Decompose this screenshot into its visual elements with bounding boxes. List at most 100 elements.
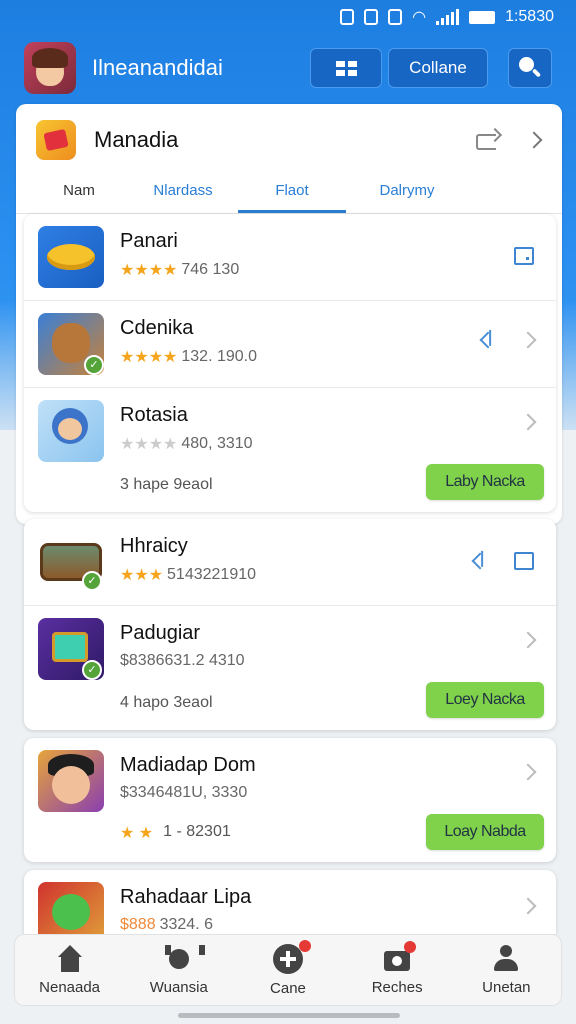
- nav-add[interactable]: Cane: [238, 939, 338, 997]
- play-button[interactable]: Laby Nacka: [426, 464, 544, 500]
- nav-camera[interactable]: Reches: [347, 940, 447, 996]
- game-footer: ★ ★ 1 - 82301: [120, 823, 231, 843]
- game-name: Rahadaar Lipa: [120, 886, 252, 908]
- chevron-right-icon[interactable]: [519, 763, 537, 781]
- game-list-card: ✓ Hhraicy ★★★ 5143221910 ✓ Padugiar $838…: [24, 519, 556, 730]
- add-icon: [272, 939, 311, 974]
- game-name: Padugiar: [120, 622, 201, 644]
- chevron-right-icon[interactable]: [519, 331, 537, 349]
- nav-profile[interactable]: Unetan: [456, 944, 556, 996]
- share-icon[interactable]: [476, 130, 500, 150]
- game-meta: $8386631.2 4310: [120, 652, 245, 670]
- game-stats: 746 130: [181, 261, 240, 278]
- game-meta: ★★★★ 746 130: [120, 260, 239, 280]
- chevron-right-icon[interactable]: [519, 413, 537, 431]
- tab-nam[interactable]: Nam: [30, 176, 128, 213]
- search-button[interactable]: [508, 48, 552, 88]
- creature-icon: [164, 944, 205, 973]
- game-thumbnail: ✓: [38, 618, 104, 680]
- grid-icon: [335, 60, 357, 76]
- game-thumbnail: [38, 400, 104, 462]
- list-item[interactable]: ✓ Hhraicy ★★★ 5143221910: [24, 519, 556, 606]
- nav-home[interactable]: Nenaada: [20, 944, 120, 996]
- creature-art: [52, 323, 90, 363]
- status-time: 1:5830: [505, 8, 554, 25]
- list-item[interactable]: Rotasia ★★★★ 480, 3310 3 hape 9eaol Laby…: [24, 388, 556, 512]
- gold-coin-icon: [47, 244, 95, 270]
- game-footer: 4 hapo 3eaol: [120, 694, 213, 711]
- expand-icon[interactable]: [514, 552, 534, 570]
- camera-icon: [382, 940, 417, 973]
- game-name: Panari: [120, 230, 178, 252]
- list-item[interactable]: ✓ Cdenika ★★★★ 132. 190.0: [24, 301, 556, 388]
- game-footer-text: 1 - 82301: [163, 823, 231, 840]
- game-thumbnail: ✓: [38, 313, 104, 375]
- row-controls: [519, 413, 537, 431]
- rating-stars: ★ ★: [120, 825, 154, 842]
- game-thumbnail: [38, 750, 104, 812]
- row-controls: [519, 763, 537, 781]
- game-name: Rotasia: [120, 404, 188, 426]
- wifi-icon: ◠: [412, 9, 427, 26]
- rating-stars: ★★★★: [120, 349, 178, 366]
- expand-icon[interactable]: [514, 247, 534, 265]
- grid-view-button[interactable]: [310, 48, 382, 88]
- play-button[interactable]: Loey Nacka: [426, 682, 544, 718]
- face-art: [52, 766, 90, 804]
- panel-header: Manadia: [16, 104, 562, 176]
- bottom-navigation: Nenaada Wuansia Cane Reches Unetan: [14, 934, 562, 1006]
- play-button[interactable]: Loay Nabda: [426, 814, 544, 850]
- list-item[interactable]: Rahadaar Lipa $888 3324. 6: [24, 870, 556, 934]
- row-controls: [514, 247, 534, 265]
- check-badge-icon: ✓: [84, 355, 104, 375]
- nav-label: Wuansia: [149, 978, 208, 996]
- home-icon: [55, 944, 85, 973]
- home-indicator[interactable]: [178, 1013, 400, 1018]
- game-thumbnail: ✓: [38, 531, 104, 593]
- game-footer: 3 hape 9eaol: [120, 476, 213, 493]
- person-icon: [491, 944, 521, 973]
- signal-icon: [436, 9, 460, 25]
- game-meta: $888 3324. 6: [120, 916, 213, 934]
- tab-bar: Nam Nlardass Flaot Dalrymy: [16, 176, 562, 214]
- game-stats: 3324. 6: [159, 916, 213, 933]
- game-name: Cdenika: [120, 317, 194, 339]
- row-controls: [519, 897, 537, 915]
- share-arrow-icon[interactable]: [479, 331, 497, 349]
- nav-creatures[interactable]: Wuansia: [129, 944, 229, 996]
- rating-stars: ★★★★: [120, 262, 178, 279]
- game-meta: $3346481U, 3330: [120, 784, 247, 802]
- check-badge-icon: ✓: [82, 571, 102, 591]
- game-name: Hhraicy: [120, 535, 188, 557]
- share-arrow-icon[interactable]: [471, 552, 489, 570]
- game-thumbnail: [38, 226, 104, 288]
- chevron-right-icon[interactable]: [519, 897, 537, 915]
- panel-title: Manadia: [94, 127, 179, 152]
- game-list-card: Rahadaar Lipa $888 3324. 6: [24, 870, 556, 934]
- game-stats: $3346481U, 3330: [120, 784, 248, 801]
- game-stats: 5143221910: [167, 566, 257, 583]
- vibrate-icon: [364, 9, 379, 25]
- check-badge-icon: ✓: [82, 660, 102, 680]
- tab-nlardass[interactable]: Nlardass: [128, 176, 238, 213]
- tab-flaot[interactable]: Flaot: [238, 176, 346, 213]
- tab-dalrymy[interactable]: Dalrymy: [346, 176, 468, 213]
- list-item[interactable]: Panari ★★★★ 746 130: [24, 214, 556, 301]
- game-stats: 480, 3310: [181, 435, 253, 452]
- status-bar: ◠ 1:5830: [0, 0, 576, 34]
- collapse-button[interactable]: Collanе: [388, 48, 488, 88]
- game-list-card: Panari ★★★★ 746 130 ✓ Cdenika ★★★★ 132. …: [24, 214, 556, 512]
- row-controls: [479, 331, 537, 349]
- chevron-right-icon[interactable]: [525, 131, 543, 149]
- rating-stars: ★★★★: [120, 436, 178, 453]
- avatar[interactable]: [24, 42, 76, 94]
- chevron-right-icon[interactable]: [519, 631, 537, 649]
- list-item[interactable]: Madiadap Dom $3346481U, 3330 ★ ★ 1 - 823…: [24, 738, 556, 862]
- list-item[interactable]: ✓ Padugiar $8386631.2 4310 4 hapo 3eaol …: [24, 606, 556, 730]
- category-icon: [36, 120, 76, 160]
- row-controls: [471, 552, 534, 570]
- game-stats: 132. 190.0: [181, 348, 257, 365]
- game-stats: $8386631.2 4310: [120, 652, 245, 669]
- nfc-icon: [388, 9, 403, 25]
- nav-label: Unetan: [482, 978, 531, 996]
